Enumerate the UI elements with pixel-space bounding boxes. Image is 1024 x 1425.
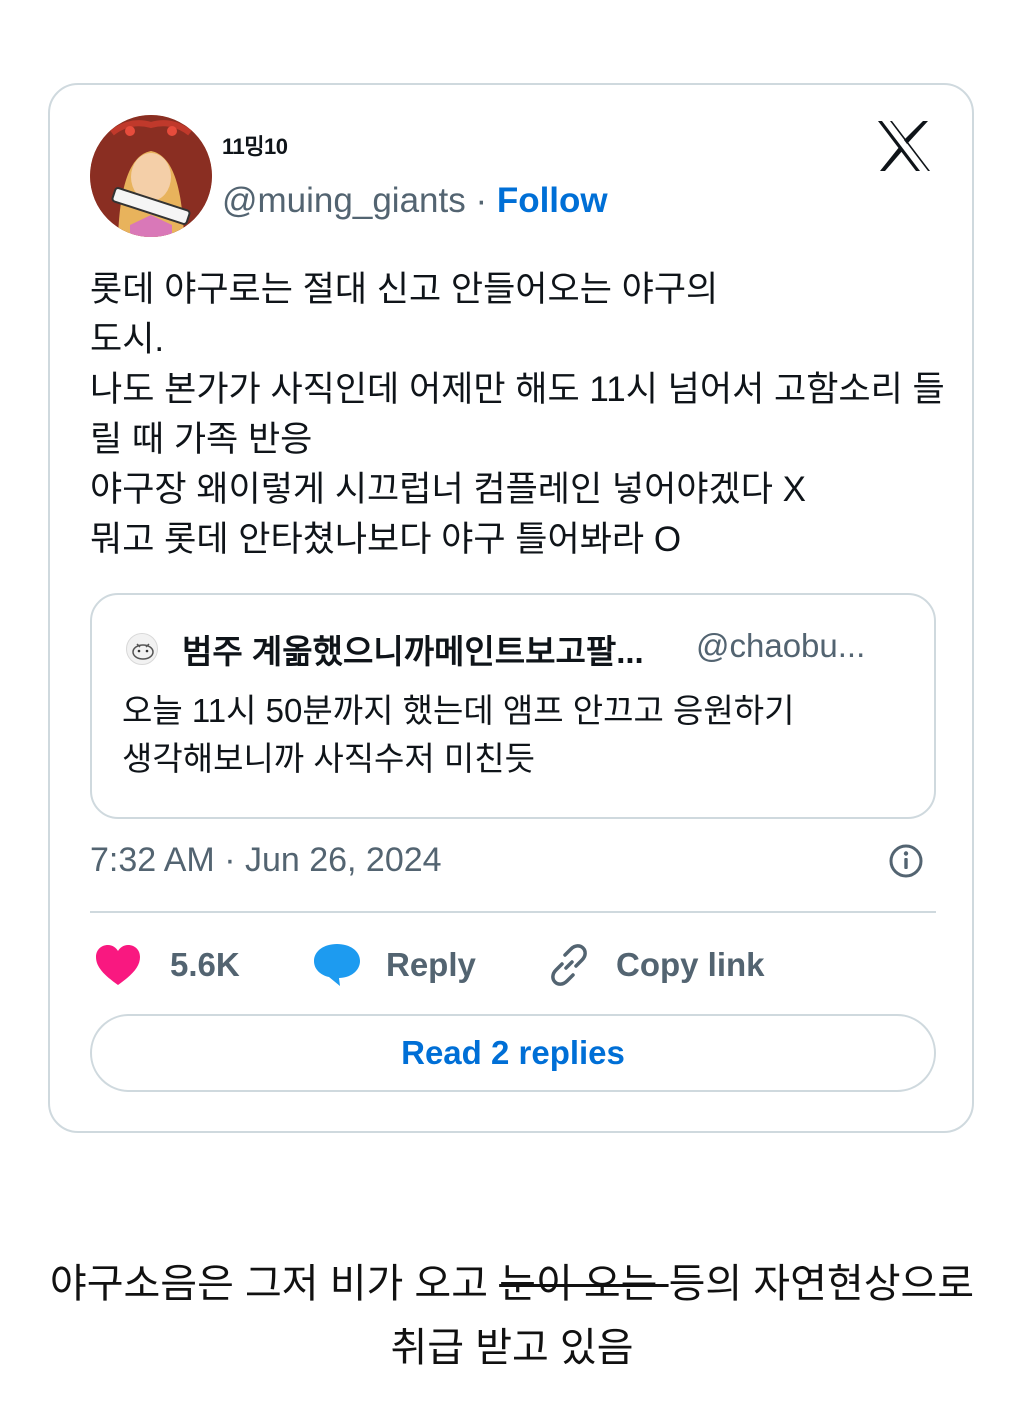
handle-separator: ·	[465, 181, 497, 220]
quoted-tweet[interactable]: 범주 계옮했으니까메인트보고팔... @chaobu... 오늘 11시 50분…	[90, 593, 936, 819]
handle-row: @muing_giants · Follow	[222, 181, 608, 221]
action-bar: 5.6K Reply Copy link	[90, 937, 936, 993]
copy-link-button[interactable]: Copy link	[546, 937, 765, 993]
reply-label: Reply	[386, 946, 476, 983]
heart-icon	[96, 945, 140, 985]
link-icon	[551, 944, 587, 986]
tweet-text: 롯데 야구로는 절대 신고 안들어오는 야구의 도시. 나도 본가가 사직인데 …	[90, 270, 945, 559]
reply-button[interactable]: Reply	[312, 937, 476, 993]
user-handle[interactable]: @muing_giants	[222, 181, 466, 220]
speech-bubble-icon	[314, 944, 360, 986]
caption-line-2: 취급 받고 있음	[390, 1326, 634, 1370]
display-name[interactable]: 11밍10	[222, 129, 288, 161]
quote-avatar[interactable]	[126, 633, 158, 665]
quote-text: 오늘 11시 50분까지 했는데 앰프 안끄고 응원하기 생각해보니까 사직수저…	[122, 692, 795, 777]
caption-struck-text: 눈이 오는	[499, 1262, 669, 1306]
like-count: 5.6K	[170, 946, 240, 983]
copy-link-label: Copy link	[616, 946, 765, 983]
caption-line-1: 야구소음은 그저 비가 오고 눈이 오는 등의 자연현상으로	[0, 1252, 1024, 1316]
follow-button[interactable]: Follow	[497, 181, 608, 220]
avatar[interactable]	[90, 115, 212, 237]
tweet-card: 11밍10 @muing_giants · Follow 롯데 야구로는 절대 …	[48, 83, 974, 1133]
caption-text-1: 야구소음은 그저 비가 오고	[49, 1262, 500, 1306]
quote-author-name[interactable]: 범주 계옮했으니까메인트보고팔...	[182, 625, 682, 673]
read-replies-button[interactable]: Read 2 replies	[90, 1014, 936, 1092]
quote-avatar-image	[132, 643, 154, 660]
like-button[interactable]: 5.6K	[94, 937, 240, 993]
caption-text-2: 등의 자연현상으로	[668, 1262, 975, 1306]
caption: 야구소음은 그저 비가 오고 눈이 오는 등의 자연현상으로 취급 받고 있음	[0, 1252, 1024, 1380]
quote-author-handle[interactable]: @chaobu...	[696, 627, 886, 665]
x-logo-icon[interactable]	[876, 119, 932, 173]
avatar-image	[90, 115, 212, 237]
tweet-timestamp[interactable]: 7:32 AM · Jun 26, 2024	[90, 841, 442, 880]
info-icon[interactable]	[888, 843, 924, 879]
divider	[90, 911, 936, 913]
